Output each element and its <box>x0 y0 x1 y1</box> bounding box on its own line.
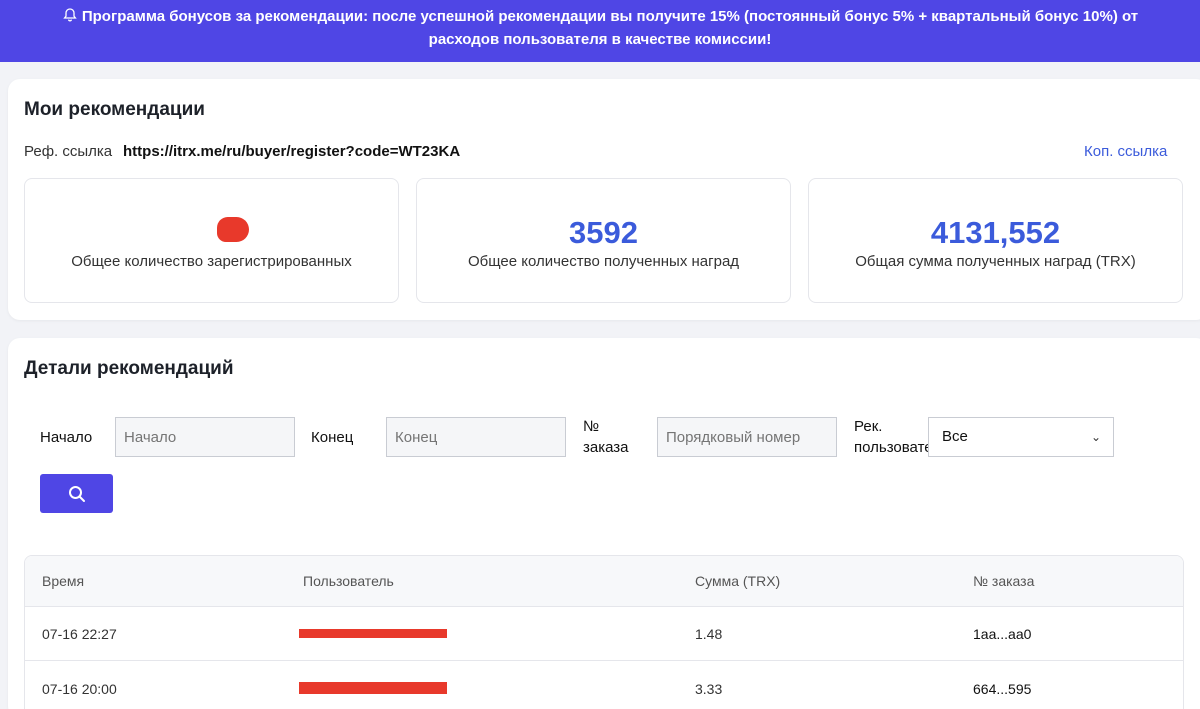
stat-rewards-count: 3592 Общее количество полученных наград <box>416 178 791 303</box>
order-label-line1: № <box>583 418 600 435</box>
stat-value: 3592 <box>569 215 638 250</box>
order-number-input[interactable] <box>657 417 837 457</box>
banner-text: Программа бонусов за рекомендации: после… <box>81 8 1139 48</box>
header-order: № заказа <box>973 573 1035 589</box>
chevron-down-icon: ⌄ <box>1090 430 1101 444</box>
referral-table: Время Пользователь Сумма (TRX) № заказа … <box>24 555 1184 709</box>
user-select-value: Все <box>942 428 968 445</box>
user-select[interactable]: Все ⌄ <box>928 417 1114 457</box>
copy-link-button[interactable]: Коп. ссылка <box>1084 143 1167 160</box>
header-user: Пользователь <box>303 573 394 589</box>
cell-time: 07-16 22:27 <box>42 626 117 642</box>
start-label: Начало <box>40 429 93 446</box>
my-referrals-card: Мои рекомендации Реф. ссылка https://itr… <box>8 79 1200 320</box>
search-button[interactable] <box>40 474 113 513</box>
referral-details-title: Детали рекомендаций <box>24 358 234 379</box>
referral-banner: Программа бонусов за рекомендации: после… <box>0 0 1200 62</box>
user-label-line1: Рек. <box>854 418 883 435</box>
end-label: Конец <box>311 429 354 446</box>
referral-details-card: Детали рекомендаций Начало Конец № заказ… <box>8 338 1200 709</box>
ref-link-value: https://itrx.me/ru/buyer/register?code=W… <box>123 143 461 160</box>
stat-value: 4131,552 <box>930 215 1061 250</box>
table-header: Время Пользователь Сумма (TRX) № заказа <box>25 556 1183 607</box>
table-row: 07-16 22:27 1.48 1aa...aa0 <box>25 607 1183 661</box>
stat-label: Общее количество полученных наград <box>467 253 740 270</box>
search-icon <box>69 486 85 502</box>
stat-registered: Общее количество зарегистрированных <box>24 178 399 303</box>
table-row: 07-16 20:00 3.33 664...595 <box>25 662 1183 709</box>
start-date-input[interactable] <box>115 417 295 457</box>
redacted-user <box>299 682 447 694</box>
redaction-mark <box>217 217 249 242</box>
cell-amount: 3.33 <box>695 681 723 697</box>
ref-link-label: Реф. ссылка <box>24 143 113 160</box>
stat-label: Общее количество зарегистрированных <box>71 253 352 270</box>
my-referrals-title: Мои рекомендации <box>24 99 205 120</box>
cell-amount: 1.48 <box>695 626 723 642</box>
header-amount: Сумма (TRX) <box>695 573 781 589</box>
order-label-line2: заказа <box>583 439 629 456</box>
end-date-input[interactable] <box>386 417 566 457</box>
bell-icon <box>63 8 77 22</box>
cell-time: 07-16 20:00 <box>42 681 117 697</box>
stat-rewards-sum: 4131,552 Общая сумма полученных наград (… <box>808 178 1183 303</box>
cell-order: 664...595 <box>973 681 1032 697</box>
redacted-user <box>299 629 447 638</box>
cell-order: 1aa...aa0 <box>973 626 1032 642</box>
header-time: Время <box>42 573 85 589</box>
stat-label: Общая сумма полученных наград (TRX) <box>855 253 1136 270</box>
user-label-line2: пользовате <box>854 439 929 456</box>
